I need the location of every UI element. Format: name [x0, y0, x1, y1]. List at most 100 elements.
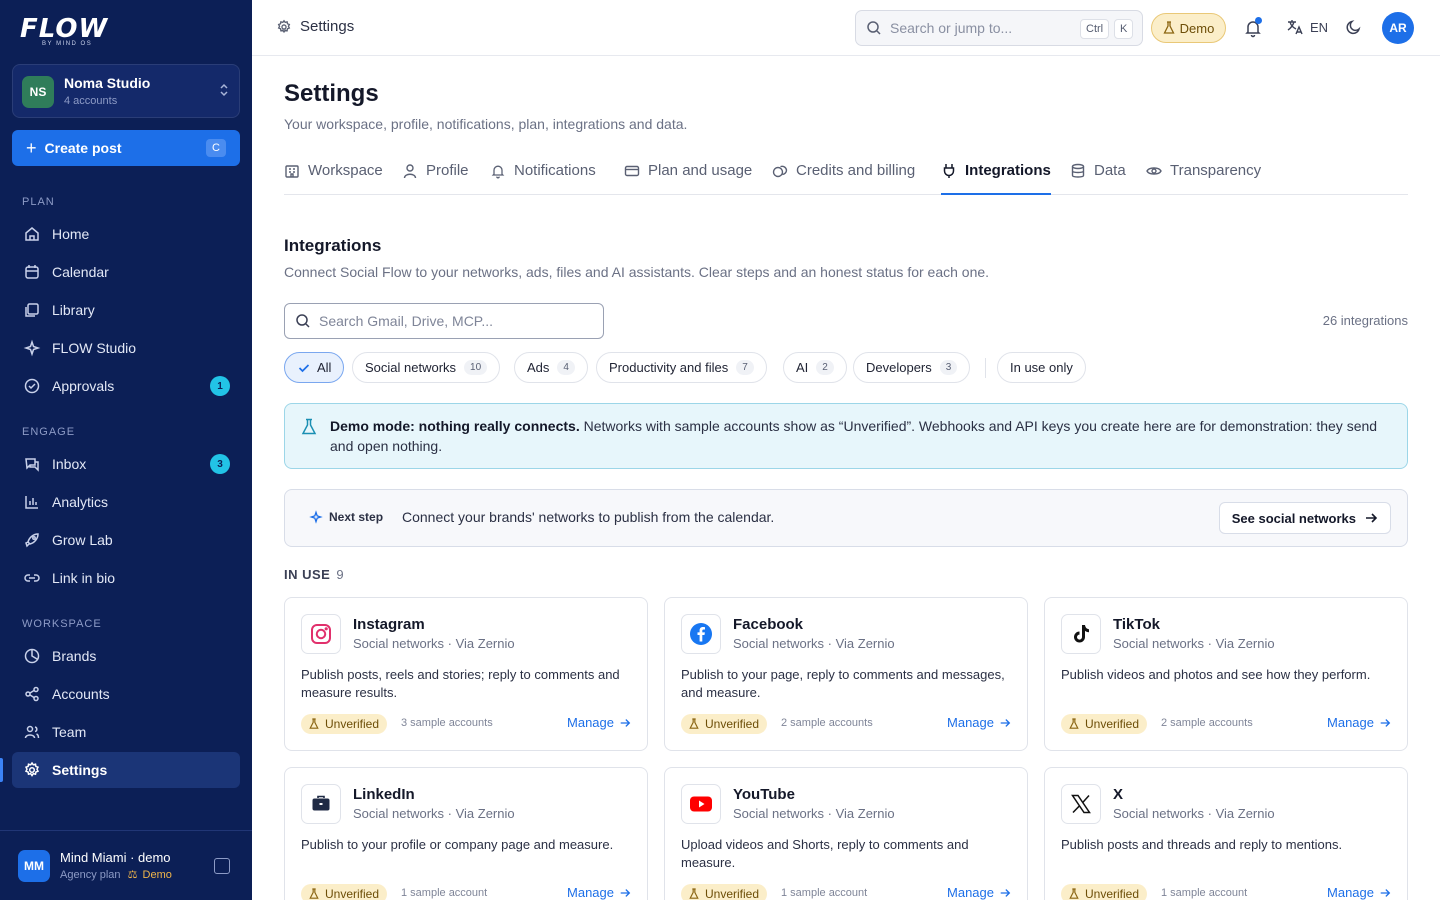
filter-developers[interactable]: Developers 3	[853, 352, 971, 383]
integrations-search-field[interactable]	[284, 303, 604, 339]
card-name: Facebook	[733, 616, 804, 633]
plug-icon	[941, 163, 957, 179]
integration-card-instagram: Instagram Social networks · Via Zernio P…	[284, 597, 648, 751]
sidebar-item-brands[interactable]: Brands	[12, 638, 240, 674]
sidebar-item-library[interactable]: Library	[12, 292, 240, 328]
logo[interactable]: FLOW BY MIND OS	[20, 14, 109, 47]
users-icon	[22, 722, 42, 742]
filter-in-use-only[interactable]: In use only	[997, 352, 1086, 383]
inbox-badge: 3	[210, 454, 230, 474]
approvals-badge: 1	[210, 376, 230, 396]
card-name: TikTok	[1113, 616, 1160, 633]
demo-label: Demo	[1179, 20, 1215, 36]
sidebar-item-label: Inbox	[52, 456, 87, 472]
sidebar-item-flow-studio[interactable]: FLOW Studio	[12, 330, 240, 366]
manage-label: Manage	[947, 885, 994, 900]
nav-section-workspace: WORKSPACE	[22, 618, 102, 630]
global-search-input[interactable]: Search or jump to... Ctrl K	[855, 10, 1143, 46]
tab-profile[interactable]: Profile	[402, 162, 469, 195]
language-switcher[interactable]: EN	[1286, 18, 1328, 36]
flask-icon	[309, 718, 319, 730]
filter-ai[interactable]: AI 2	[783, 352, 847, 383]
sidebar-item-label: Grow Lab	[52, 532, 113, 548]
tab-transparency[interactable]: Transparency	[1146, 162, 1261, 195]
tab-plan-and-usage[interactable]: Plan and usage	[624, 162, 752, 195]
x-icon	[1061, 784, 1101, 824]
card-description: Publish posts and threads and reply to m…	[1061, 837, 1343, 852]
link-icon	[22, 568, 42, 588]
sidebar-item-calendar[interactable]: Calendar	[12, 254, 240, 290]
collapse-sidebar-icon[interactable]	[214, 858, 230, 874]
sidebar-item-grow-lab[interactable]: Grow Lab	[12, 522, 240, 558]
workspace-switcher[interactable]: NS Noma Studio 4 accounts	[12, 64, 240, 118]
user-footer: MM Mind Miami · demo Agency plan ⚖ Demo	[0, 830, 252, 900]
filter-count: 4	[557, 360, 575, 375]
card-category: Social networks · Via Zernio	[733, 806, 895, 821]
database-icon	[1070, 163, 1086, 179]
user-plan-label: Agency plan	[60, 869, 121, 881]
sidebar-item-label: Accounts	[52, 686, 110, 702]
banner-bold: Demo mode: nothing really connects.	[330, 418, 580, 434]
flask-icon	[689, 888, 699, 900]
sidebar-item-approvals[interactable]: Approvals 1	[12, 368, 240, 404]
demo-badge[interactable]: Demo	[1151, 13, 1226, 43]
tab-integrations[interactable]: Integrations	[941, 162, 1051, 195]
manage-link[interactable]: Manage	[947, 885, 1011, 900]
filter-divider	[985, 358, 986, 378]
manage-link[interactable]: Manage	[1327, 715, 1391, 730]
sidebar-item-accounts[interactable]: Accounts	[12, 676, 240, 712]
manage-link[interactable]: Manage	[567, 885, 631, 900]
arrow-right-icon	[1364, 511, 1378, 525]
card-accounts: 3 sample accounts	[401, 717, 493, 729]
filter-label: Developers	[866, 360, 932, 375]
see-social-networks-button[interactable]: See social networks	[1218, 502, 1391, 534]
integrations-search-input[interactable]	[319, 313, 589, 329]
workspace-name: Noma Studio	[64, 75, 151, 91]
tab-credits-and-billing[interactable]: Credits and billing	[772, 162, 915, 195]
sidebar-item-home[interactable]: Home	[12, 216, 240, 252]
in-use-heading: IN USE 9	[284, 567, 344, 582]
status-badge: Unverified	[681, 714, 768, 734]
tab-data[interactable]: Data	[1070, 162, 1126, 195]
check-circle-icon	[22, 376, 42, 396]
banner-text: Demo mode: nothing really connects. Netw…	[330, 416, 1380, 456]
sidebar-item-inbox[interactable]: Inbox 3	[12, 446, 240, 482]
filter-label: In use only	[1010, 360, 1073, 375]
workspace-avatar: NS	[22, 76, 54, 108]
home-icon	[22, 224, 42, 244]
tab-workspace[interactable]: Workspace	[284, 162, 383, 195]
sidebar-item-label: Team	[52, 724, 87, 740]
tab-label: Notifications	[514, 162, 596, 179]
next-step-panel: Next step Connect your brands' networks …	[284, 489, 1408, 547]
tab-label: Credits and billing	[796, 162, 916, 179]
arrow-right-icon	[1379, 717, 1391, 729]
user-plan: Agency plan ⚖ Demo	[60, 868, 172, 881]
create-post-button[interactable]: + Create post C	[12, 130, 240, 166]
sidebar-item-team[interactable]: Team	[12, 714, 240, 750]
card-category: Social networks · Via Zernio	[353, 636, 515, 651]
search-icon	[295, 313, 311, 329]
manage-link[interactable]: Manage	[567, 715, 631, 730]
next-step-label: Next step	[309, 510, 383, 524]
sidebar-item-settings[interactable]: Settings	[12, 752, 240, 788]
flask-icon	[689, 718, 699, 730]
filter-productivity-and-files[interactable]: Productivity and files 7	[596, 352, 767, 383]
manage-link[interactable]: Manage	[1327, 885, 1391, 900]
filter-ads[interactable]: Ads 4	[514, 352, 588, 383]
rocket-icon	[22, 530, 42, 550]
sparkles-icon	[309, 510, 323, 524]
status-badge: Unverified	[1061, 714, 1148, 734]
calendar-icon	[22, 262, 42, 282]
sidebar-item-analytics[interactable]: Analytics	[12, 484, 240, 520]
sidebar-item-link-in-bio[interactable]: Link in bio	[12, 560, 240, 596]
filter-social-networks[interactable]: Social networks 10	[352, 352, 501, 383]
user-avatar[interactable]: MM	[18, 850, 50, 882]
manage-link[interactable]: Manage	[947, 715, 1011, 730]
tab-notifications[interactable]: Notifications	[490, 162, 596, 195]
filter-all[interactable]: All	[284, 352, 345, 383]
user-avatar[interactable]: AR	[1382, 12, 1414, 44]
moon-icon[interactable]	[1345, 18, 1363, 41]
logo-text: FLOW	[20, 14, 109, 44]
filter-label: All	[317, 360, 332, 375]
user-demo-label: Demo	[142, 869, 172, 881]
